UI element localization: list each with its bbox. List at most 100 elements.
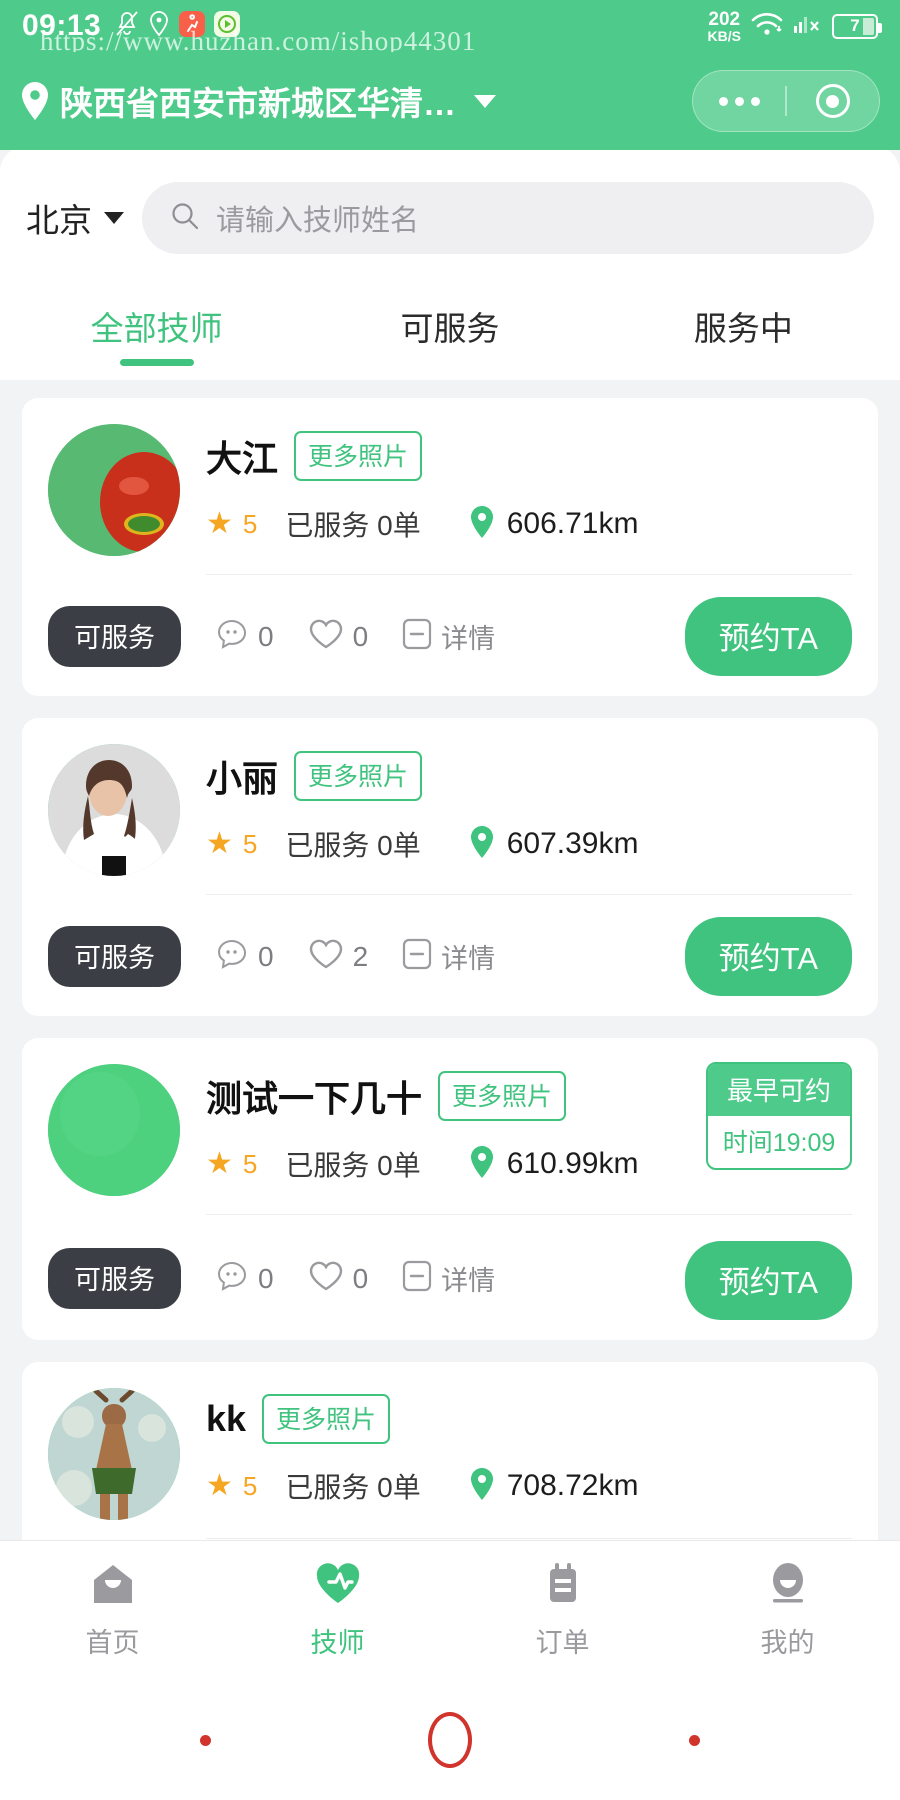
heart-icon bbox=[308, 1259, 344, 1298]
detail-label: 详情 bbox=[441, 944, 496, 974]
comment-icon bbox=[215, 617, 249, 656]
technician-card[interactable]: 大江 更多照片 ★ 5 已服务 0单 606.71km 可服务 0 0 详情 预… bbox=[22, 398, 878, 696]
nav-label: 首页 bbox=[85, 1627, 140, 1658]
map-pin-icon bbox=[20, 81, 50, 121]
system-gesture-bar bbox=[0, 1680, 900, 1800]
battery-icon: 7 bbox=[832, 13, 882, 39]
avatar[interactable] bbox=[48, 424, 180, 556]
card-action-row: 可服务 0 2 详情 预约TA bbox=[48, 917, 852, 996]
card-action-row: 可服务 0 0 详情 预约TA bbox=[48, 1237, 852, 1320]
detail-action[interactable]: 详情 bbox=[402, 1259, 495, 1298]
comment-count: 0 bbox=[258, 620, 274, 652]
earliest-title: 最早可约 bbox=[708, 1064, 850, 1116]
comment-action[interactable]: 0 bbox=[215, 937, 274, 976]
meta-row: ★ 5 已服务 0单 607.39km bbox=[206, 824, 852, 864]
name-row: kk 更多照片 bbox=[206, 1394, 852, 1444]
more-menu-button[interactable] bbox=[693, 96, 785, 106]
status-bar-left-icons bbox=[115, 10, 241, 42]
card-info: 小丽 更多照片 ★ 5 已服务 0单 607.39km bbox=[206, 744, 852, 876]
served-count: 已服务 0单 bbox=[285, 510, 421, 541]
mini-program-capsule[interactable] bbox=[692, 70, 880, 132]
status-bar: 09:13 202 KB/S 7 https://www.huzhan.com/… bbox=[0, 0, 900, 56]
card-info: kk 更多照片 ★ 5 已服务 0单 708.72km bbox=[206, 1388, 852, 1520]
technician-name: kk bbox=[206, 1398, 247, 1439]
sport-app-icon bbox=[179, 10, 206, 42]
tab-all-technicians[interactable]: 全部技师 bbox=[10, 276, 303, 380]
nav-item-order[interactable]: 订单 bbox=[450, 1562, 675, 1660]
rating-value: 5 bbox=[242, 1148, 258, 1179]
status-badge: 可服务 bbox=[48, 926, 181, 987]
like-count: 2 bbox=[352, 940, 369, 972]
heart-pulse-icon bbox=[315, 1562, 361, 1611]
avatar[interactable] bbox=[48, 1064, 180, 1196]
tab-in-service[interactable]: 服务中 bbox=[597, 276, 890, 380]
search-row: 北京 请输入技师姓名 bbox=[0, 156, 900, 276]
caret-down-icon bbox=[104, 212, 124, 224]
meta-row: ★ 5 已服务 0单 708.72km bbox=[206, 1466, 852, 1506]
nav-item-technician[interactable]: 技师 bbox=[225, 1562, 450, 1660]
earliest-time: 时间19:09 bbox=[722, 1129, 836, 1157]
technician-card[interactable]: 小丽 更多照片 ★ 5 已服务 0单 607.39km 可服务 0 2 详情 预… bbox=[22, 718, 878, 1016]
gesture-home-circle[interactable] bbox=[428, 1712, 472, 1768]
book-button[interactable]: 预约TA bbox=[684, 1241, 852, 1320]
status-bar-right-icons: 202 KB/S 7 bbox=[708, 10, 882, 43]
more-photos-button[interactable]: 更多照片 bbox=[262, 1394, 391, 1444]
comment-icon bbox=[215, 1259, 249, 1298]
nav-item-home[interactable]: 首页 bbox=[0, 1562, 225, 1660]
battery-level: 7 bbox=[850, 16, 860, 35]
nav-item-profile[interactable]: 我的 bbox=[675, 1562, 900, 1660]
detail-label: 详情 bbox=[441, 1266, 496, 1296]
location-pin-icon bbox=[469, 505, 495, 544]
book-button[interactable]: 预约TA bbox=[684, 917, 852, 996]
like-action[interactable]: 0 bbox=[308, 617, 368, 656]
book-button[interactable]: 预约TA bbox=[684, 597, 852, 676]
player-app-icon bbox=[214, 10, 241, 42]
technician-name: 小丽 bbox=[206, 758, 279, 799]
comment-count: 0 bbox=[258, 1262, 274, 1294]
heart-icon bbox=[308, 937, 344, 976]
close-target-button[interactable] bbox=[787, 84, 879, 118]
search-input[interactable]: 请输入技师姓名 bbox=[216, 197, 419, 239]
location-selector[interactable]: 陕西省西安市新城区华清… bbox=[20, 77, 692, 125]
more-dots-icon bbox=[718, 96, 760, 106]
card-info: 大江 更多照片 ★ 5 已服务 0单 606.71km bbox=[206, 424, 852, 556]
technician-card[interactable]: kk 更多照片 ★ 5 已服务 0单 708.72km bbox=[22, 1362, 878, 1540]
comment-action[interactable]: 0 bbox=[215, 617, 274, 656]
detail-list-icon bbox=[402, 1259, 432, 1298]
divider bbox=[206, 1538, 852, 1539]
technician-card[interactable]: 最早可约 时间19:09 测试一下几十 更多照片 ★ 5 已服务 0单 610.… bbox=[22, 1038, 878, 1340]
detail-label: 详情 bbox=[441, 624, 496, 654]
like-action[interactable]: 0 bbox=[308, 1259, 368, 1298]
caret-down-icon bbox=[474, 94, 496, 108]
tab-available[interactable]: 可服务 bbox=[303, 276, 596, 380]
action-icons: 0 0 详情 bbox=[215, 1259, 529, 1298]
more-photos-button[interactable]: 更多照片 bbox=[294, 431, 423, 481]
status-badge: 可服务 bbox=[48, 1248, 181, 1309]
city-selector[interactable]: 北京 bbox=[26, 194, 124, 242]
city-label: 北京 bbox=[26, 202, 92, 239]
filter-tabs: 全部技师 可服务 服务中 bbox=[0, 276, 900, 380]
status-badge: 可服务 bbox=[48, 606, 181, 667]
avatar[interactable] bbox=[48, 744, 180, 876]
distance-box: 708.72km bbox=[469, 1467, 638, 1506]
served-count: 已服务 0单 bbox=[285, 1472, 421, 1503]
distance-box: 606.71km bbox=[469, 505, 638, 544]
comment-action[interactable]: 0 bbox=[215, 1259, 274, 1298]
status-bar-time: 09:13 bbox=[22, 9, 102, 42]
location-pin-icon bbox=[469, 1467, 495, 1506]
technician-list[interactable]: 大江 更多照片 ★ 5 已服务 0单 606.71km 可服务 0 0 详情 预… bbox=[0, 380, 900, 1540]
distance-value: 607.39km bbox=[506, 827, 639, 860]
served-count: 已服务 0单 bbox=[285, 830, 421, 861]
more-photos-button[interactable]: 更多照片 bbox=[294, 751, 423, 801]
signal-off-icon bbox=[793, 11, 823, 42]
star-icon: ★ bbox=[206, 1147, 233, 1180]
search-input-wrapper[interactable]: 请输入技师姓名 bbox=[142, 182, 874, 254]
wifi-icon bbox=[750, 10, 784, 43]
served-count: 已服务 0单 bbox=[285, 1150, 421, 1181]
earliest-available-badge[interactable]: 最早可约 时间19:09 bbox=[706, 1062, 852, 1170]
avatar[interactable] bbox=[48, 1388, 180, 1520]
detail-action[interactable]: 详情 bbox=[402, 937, 495, 976]
like-action[interactable]: 2 bbox=[308, 937, 369, 976]
detail-action[interactable]: 详情 bbox=[402, 617, 495, 656]
more-photos-button[interactable]: 更多照片 bbox=[438, 1071, 567, 1121]
